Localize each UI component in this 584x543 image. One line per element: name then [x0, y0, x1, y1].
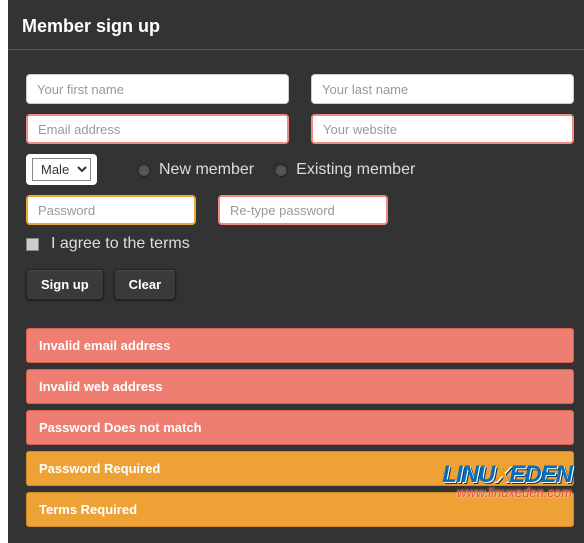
email-input[interactable]: [26, 114, 289, 144]
button-row: Sign up Clear: [26, 269, 574, 300]
first-name-input[interactable]: [26, 74, 289, 104]
panel-header: Member sign up: [8, 0, 584, 50]
password-row: [26, 195, 574, 225]
checkbox-icon[interactable]: [26, 238, 39, 251]
clear-button[interactable]: Clear: [114, 269, 177, 300]
signup-panel: Member sign up Male New member: [8, 0, 584, 543]
website-input[interactable]: [311, 114, 574, 144]
terms-label: I agree to the terms: [51, 235, 190, 253]
gender-select-wrap: Male: [26, 154, 97, 185]
alert-item: Password Required: [26, 451, 574, 486]
terms-row[interactable]: I agree to the terms: [26, 235, 574, 253]
alert-item: Invalid email address: [26, 328, 574, 363]
page-title: Member sign up: [22, 16, 574, 37]
alert-item: Password Does not match: [26, 410, 574, 445]
radio-new-member[interactable]: New member: [137, 161, 254, 179]
member-type-group: New member Existing member: [137, 161, 415, 179]
password-confirm-input[interactable]: [218, 195, 388, 225]
signup-button[interactable]: Sign up: [26, 269, 104, 300]
name-row: [26, 74, 574, 104]
form-body: Male New member Existing member I agree …: [8, 50, 584, 328]
contact-row: [26, 114, 574, 144]
gender-select[interactable]: Male: [32, 158, 91, 181]
radio-icon: [137, 163, 151, 177]
radio-new-label: New member: [159, 161, 254, 179]
radio-existing-label: Existing member: [296, 161, 415, 179]
last-name-input[interactable]: [311, 74, 574, 104]
options-row: Male New member Existing member: [26, 154, 574, 185]
alerts-container: Invalid email address Invalid web addres…: [8, 328, 584, 543]
alert-item: Invalid web address: [26, 369, 574, 404]
password-input[interactable]: [26, 195, 196, 225]
radio-existing-member[interactable]: Existing member: [274, 161, 415, 179]
alert-item: Terms Required: [26, 492, 574, 527]
radio-icon: [274, 163, 288, 177]
